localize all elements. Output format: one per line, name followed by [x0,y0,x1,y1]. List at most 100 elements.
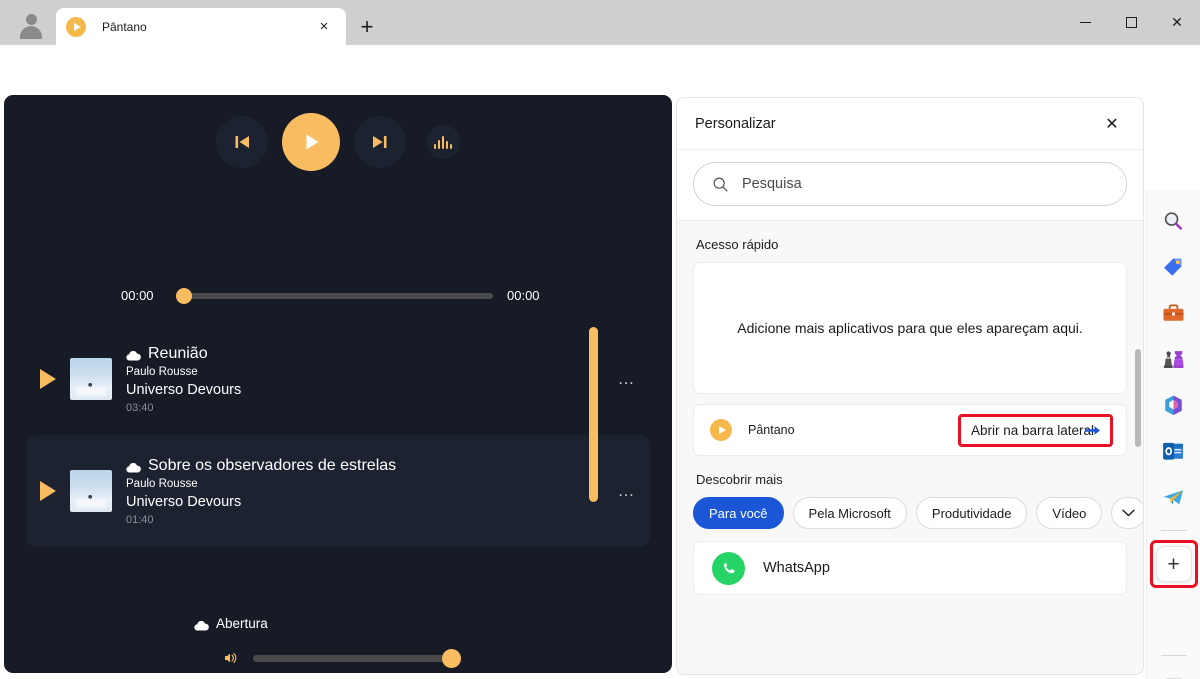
panel-body: Acesso rápido Adicione mais aplicativos … [677,221,1143,674]
panel-header: Personalizar ✕ [677,98,1143,150]
track-more-icon[interactable]: … [608,369,637,389]
add-app-button[interactable]: + [1155,546,1192,582]
track-artist: Paulo Rousse [126,365,198,378]
track-album: Universo Devours [126,493,242,510]
customize-panel: Personalizar ✕ Pesquisa Acesso rápido Ad… [676,97,1144,675]
cloud-icon [194,618,209,631]
sidebar-item-outlook[interactable] [1157,434,1191,468]
page-content: 00:00 00:00 Reunião Paulo Rousse Univers… [0,95,1200,679]
track-title: Sobre os observadores de estrelas [148,456,397,474]
browser-tab[interactable]: Pântano × [56,8,346,45]
title-bar: Pântano × + ✕ [0,0,1200,45]
chip-para-voce[interactable]: Para você [693,497,784,529]
sidebar-item-office[interactable] [1157,388,1191,422]
window-controls: ✕ [1062,0,1200,45]
open-arrow-icon [1085,424,1100,437]
status-row: Abertura [194,616,268,631]
chip-pela-microsoft[interactable]: Pela Microsoft [792,497,907,529]
browser-window: Pântano × + ✕ 00:00 00:00 Reunião Paulo … [0,0,1200,679]
time-elapsed: 00:00 [121,288,154,303]
whatsapp-icon [712,551,745,585]
rail-bottom [1157,651,1191,679]
track-list: Reunião Paulo Rousse Universo Devours 03… [4,323,672,603]
cloud-icon [126,460,141,473]
quick-access-label: Acesso rápido [696,237,779,252]
profile-button[interactable] [10,8,52,40]
discover-filter-chips: Para você Pela Microsoft Produtividade V… [693,497,1143,529]
chip-produtividade[interactable]: Produtividade [915,497,1028,529]
volume-row [4,648,672,668]
search-input[interactable]: Pesquisa [693,162,1127,206]
list-item[interactable]: WhatsApp [693,541,1127,595]
volume-slider[interactable] [253,648,461,668]
search-placeholder: Pesquisa [742,176,802,192]
minimize-button[interactable] [1062,0,1108,45]
track-meta: Sobre os observadores de estrelas Paulo … [126,457,608,526]
cloud-icon [126,348,141,361]
track-album: Universo Devours [126,381,242,398]
close-icon[interactable]: × [312,15,336,39]
play-circle-icon [710,419,732,441]
table-row[interactable]: Reunião Paulo Rousse Universo Devours 03… [26,323,650,435]
sidebar-item-search[interactable] [1157,204,1191,238]
previous-track-button[interactable] [216,116,268,168]
open-in-sidebar-label: Abrir na barra lateral [970,422,1094,438]
sidebar-item-tools[interactable] [1157,296,1191,330]
album-art [70,470,112,512]
play-circle-icon [66,16,86,37]
track-more-icon[interactable]: … [608,481,637,501]
panel-search-wrap: Pesquisa [677,150,1143,221]
chevron-down-icon[interactable] [1111,497,1143,529]
split-screen-icon[interactable] [1157,668,1191,679]
navigation-toolbar: https://microsoftedge.github.io/Demos/pw… [0,45,1200,133]
status-text: Abertura [216,616,268,631]
track-title-row: Reunião [126,345,608,363]
rail-divider [1160,530,1187,531]
list-item[interactable]: Pântano Abrir na barra lateral [693,404,1127,456]
add-app-highlight: + [1149,540,1198,588]
sidebar-item-games[interactable] [1157,342,1191,376]
album-art [70,358,112,400]
play-track-icon[interactable] [40,369,56,389]
track-duration: 01:40 [126,513,154,526]
play-track-icon[interactable] [40,481,56,501]
close-window-button[interactable]: ✕ [1154,0,1200,45]
track-meta: Reunião Paulo Rousse Universo Devours 03… [126,345,608,414]
pwamp-player: 00:00 00:00 Reunião Paulo Rousse Univers… [4,95,672,673]
maximize-button[interactable] [1108,0,1154,45]
track-title: Reunião [148,344,208,362]
app-name: Pântano [748,423,795,437]
track-duration: 03:40 [126,401,154,414]
panel-title: Personalizar [695,115,776,132]
edge-sidebar-rail: + [1146,190,1200,679]
sidebar-item-telegram[interactable] [1157,480,1191,514]
time-total: 00:00 [507,288,540,303]
player-scrollbar[interactable] [589,327,598,502]
rail-divider [1160,655,1187,656]
sidebar-item-shopping[interactable] [1157,250,1191,284]
discover-label: Descobrir mais [696,472,783,487]
seek-slider[interactable] [176,287,493,304]
close-icon[interactable]: ✕ [1099,111,1125,137]
new-tab-button[interactable]: + [352,13,382,41]
avatar [18,11,44,39]
quick-access-empty-card: Adicione mais aplicativos para que eles … [693,262,1127,394]
seek-row: 00:00 00:00 [4,287,672,304]
next-track-button[interactable] [354,116,406,168]
visualizer-icon[interactable] [426,125,460,159]
chip-video[interactable]: Vídeo [1036,497,1103,529]
seek-thumb[interactable] [176,287,192,304]
tab-title: Pântano [102,19,147,34]
volume-icon[interactable] [223,650,239,666]
transport-controls [4,113,672,171]
quick-access-empty-text: Adicione mais aplicativos para que eles … [737,320,1083,336]
open-in-sidebar-button[interactable]: Abrir na barra lateral [957,413,1114,447]
panel-scrollbar[interactable] [1135,349,1141,447]
table-row[interactable]: Sobre os observadores de estrelas Paulo … [26,435,650,547]
search-icon [712,176,729,193]
volume-thumb[interactable] [442,648,461,668]
track-title-row: Sobre os observadores de estrelas [126,457,608,475]
track-artist: Paulo Rousse [126,477,198,490]
play-button[interactable] [282,113,340,171]
discover-item-name: WhatsApp [763,560,830,576]
